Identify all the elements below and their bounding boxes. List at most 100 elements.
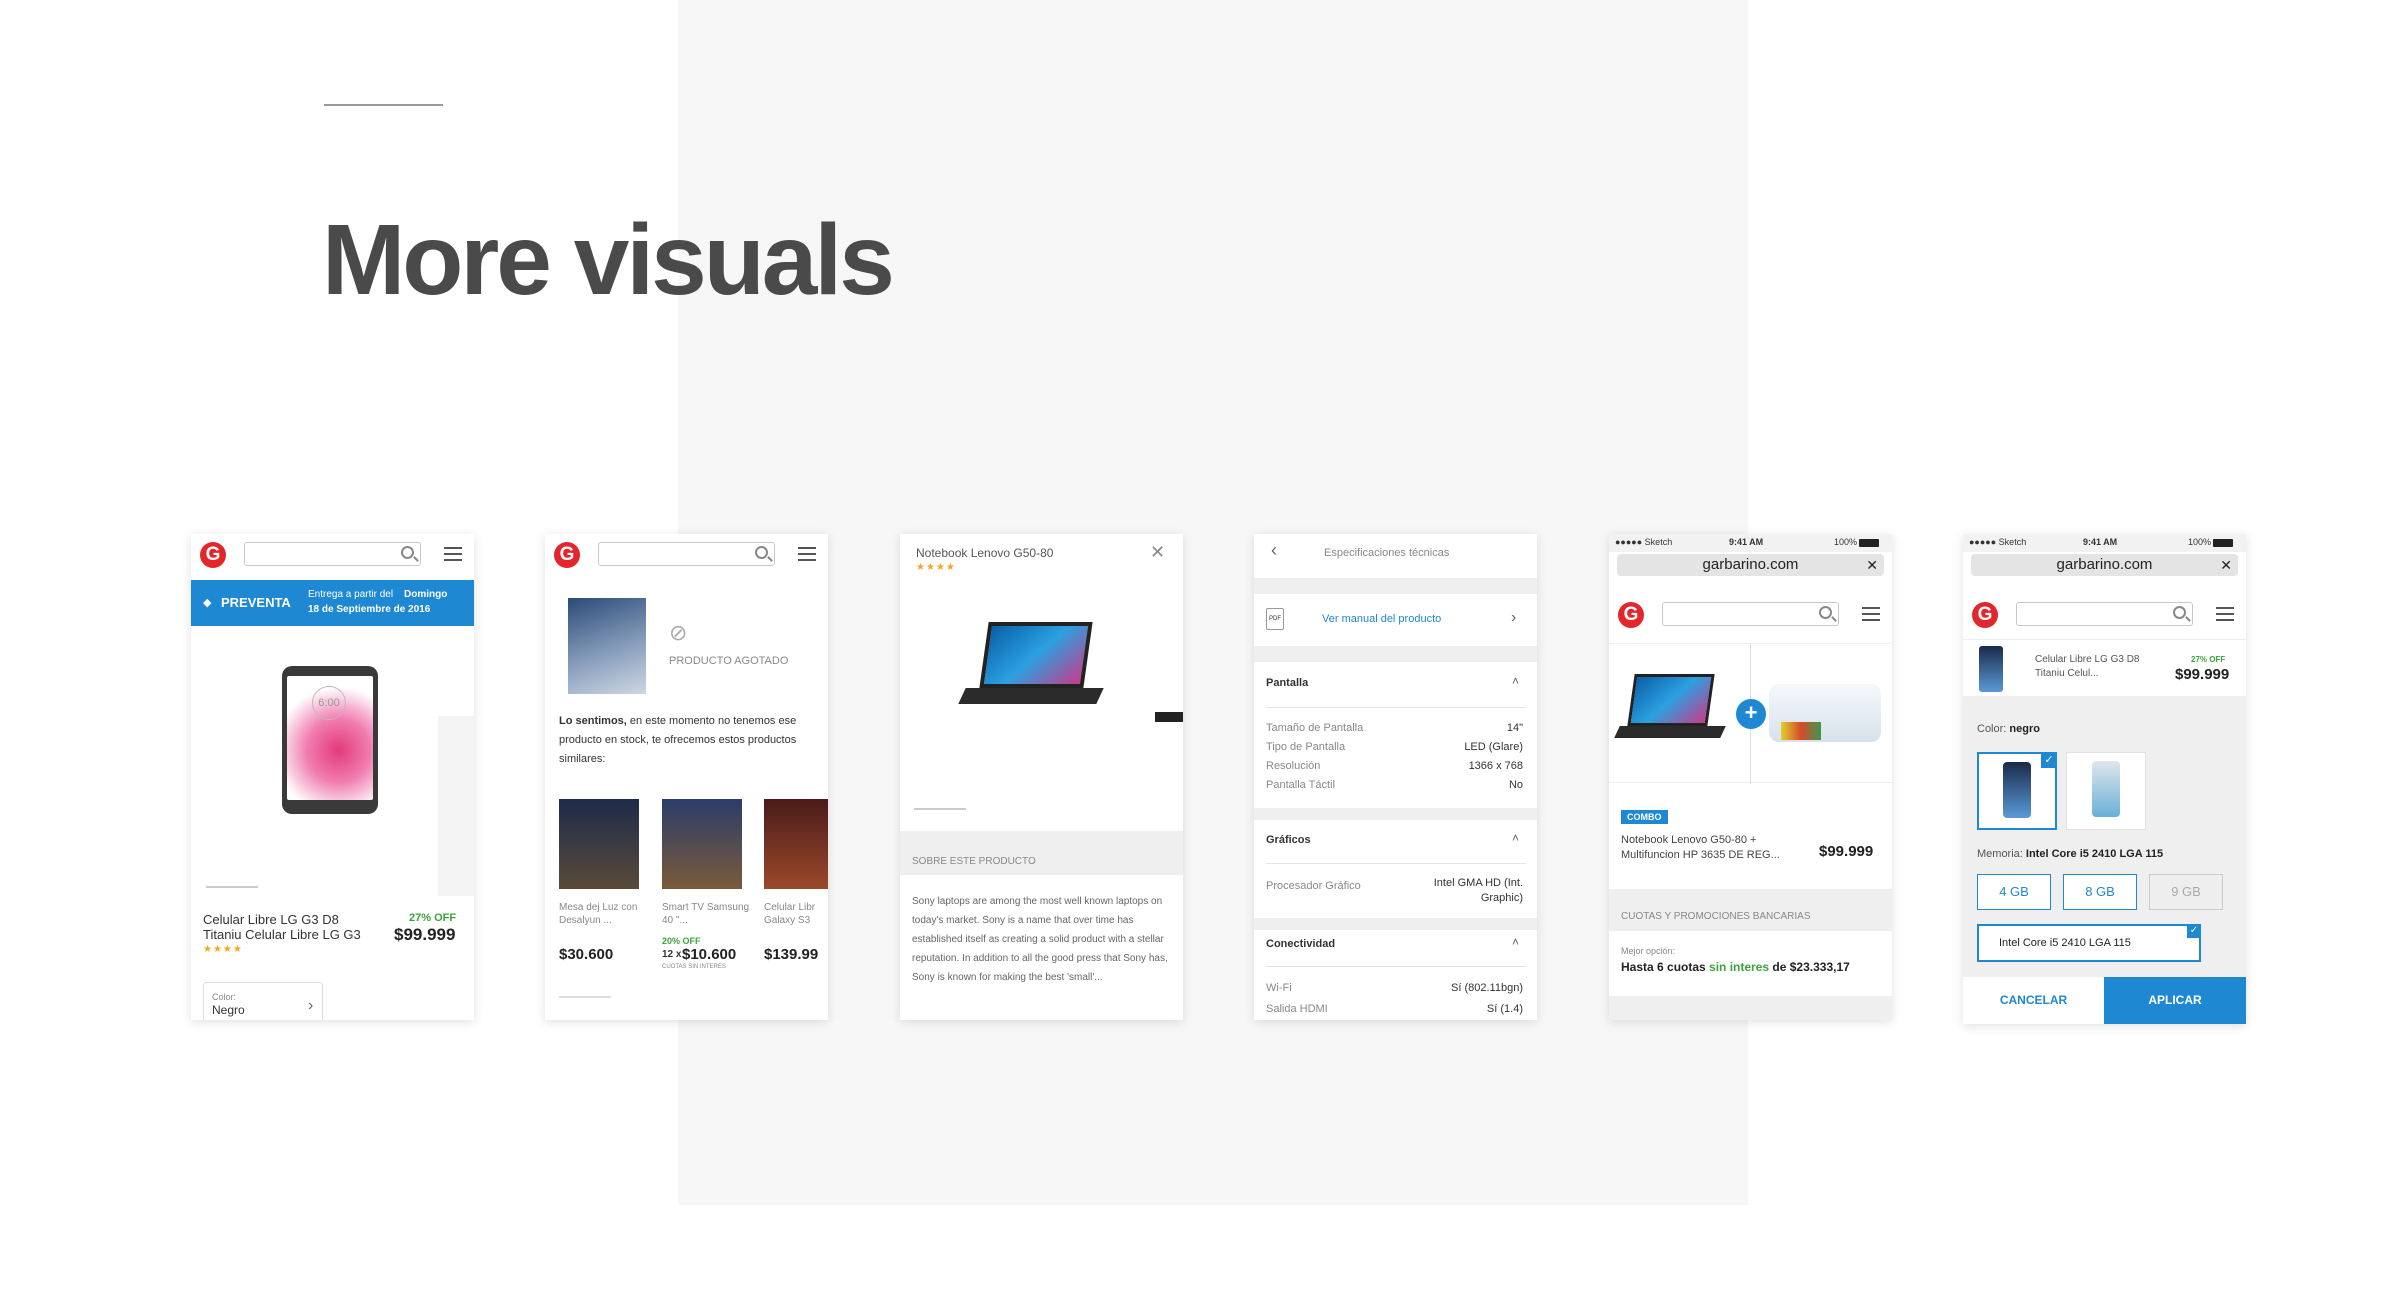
similar-item-name: Smart TV Samsung 40 "... [662, 902, 750, 926]
color-option-black[interactable]: ✓ [1977, 752, 2057, 830]
manual-link-row[interactable]: PDF Ver manual del producto › [1254, 594, 1537, 646]
discount-badge: 27% OFF [2191, 655, 2226, 664]
spec-value: Sí (1.4) [1486, 1003, 1523, 1015]
menu-icon[interactable] [1862, 607, 1880, 621]
screen-variant-picker: ●●●●● Sketch 9:41 AM 100% garbarino.com … [1963, 534, 2246, 1024]
url-bar[interactable]: garbarino.com ✕ [1971, 554, 2238, 576]
memory-option-4gb[interactable]: 4 GB [1977, 874, 2051, 910]
close-icon[interactable]: ✕ [1866, 554, 1878, 576]
banks-label: CUOTAS Y PROMOCIONES BANCARIAS [1621, 911, 1811, 922]
color-label: Color: [1977, 723, 2007, 735]
selected-product-row: Celular Libre LG G3 D8 Titaniu Celul... … [1963, 639, 2246, 697]
search-input[interactable] [1662, 602, 1839, 626]
close-icon[interactable]: ✕ [2220, 554, 2232, 576]
carousel-indicator [559, 996, 611, 998]
installments-free: sin interes [1709, 960, 1770, 974]
battery-level: 100% [2188, 537, 2212, 547]
similar-item-price: $30.600 [559, 946, 614, 963]
status-bar: ●●●●● Sketch 9:41 AM 100% [1609, 534, 1892, 552]
installments-offer: Hasta 6 cuotas sin interes de $23.333,17 [1621, 960, 1850, 974]
menu-icon[interactable] [444, 547, 462, 561]
delivery-day: Domingo [404, 589, 448, 600]
page-title: More visuals [322, 204, 895, 316]
carousel-indicator [914, 808, 966, 810]
check-icon: ✓ [2187, 924, 2201, 938]
check-icon: ✓ [2041, 752, 2057, 768]
garbarino-logo[interactable]: G [200, 542, 226, 568]
preorder-banner: ◆ PREVENTA Entrega a partir del Domingo … [191, 580, 474, 626]
manual-link[interactable]: Ver manual del producto [1322, 613, 1441, 625]
spec-value: 14" [1506, 722, 1523, 734]
spec-value: Sí (802.11bgn) [1451, 982, 1523, 994]
carousel-indicator [206, 886, 258, 888]
banks-section-header: CUOTAS Y PROMOCIONES BANCARIAS [1609, 889, 1892, 931]
menu-icon[interactable] [2216, 607, 2234, 621]
spec-section-title[interactable]: Conectividad [1266, 938, 1335, 950]
pdf-icon: PDF [1266, 608, 1284, 630]
chevron-up-icon[interactable]: ˄ [1512, 674, 1519, 688]
garbarino-logo[interactable]: G [1618, 602, 1644, 628]
back-icon[interactable]: ‹ [1271, 540, 1277, 561]
url-bar[interactable]: garbarino.com ✕ [1617, 554, 1884, 576]
product-price: $99.999 [2175, 666, 2230, 683]
search-input[interactable] [2016, 602, 2193, 626]
sorry-bold: Lo sentimos, [559, 715, 627, 727]
installments-note: CUOTAS SIN INTERES [662, 964, 726, 970]
combo-line-1: Notebook Lenovo G50-80 + [1621, 834, 1757, 846]
chevron-up-icon[interactable]: ˄ [1512, 831, 1519, 845]
product-thumbnail [1979, 646, 2003, 692]
installments-prefix: Hasta 6 cuotas [1621, 960, 1706, 974]
delivery-text: Entrega a partir del [308, 589, 394, 600]
screen-combo: ●●●●● Sketch 9:41 AM 100% garbarino.com … [1609, 534, 1892, 1020]
spec-label: Salida HDMI [1266, 1003, 1328, 1015]
chevron-right-icon: › [308, 997, 314, 1014]
spec-section-title[interactable]: Pantalla [1266, 677, 1308, 689]
modal-product-title: Notebook Lenovo G50-80 [916, 546, 1054, 560]
close-icon[interactable]: ✕ [1150, 542, 1165, 563]
variant-panel [1963, 697, 2246, 1024]
carrier-signal: ●●●●● Sketch [1969, 537, 2027, 547]
status-time: 9:41 AM [1729, 537, 1764, 547]
screen-product-modal: Notebook Lenovo G50-80 ★★★★ ✕ SOBRE ESTE… [900, 534, 1183, 1020]
installments-count: 12 x [662, 949, 682, 960]
spec-label: Resolución [1266, 760, 1321, 772]
search-input[interactable] [244, 542, 421, 566]
chevron-right-icon: › [1511, 609, 1517, 626]
cancel-button[interactable]: CANCELAR [1963, 977, 2104, 1024]
similar-item-price: $10.600 [682, 946, 737, 963]
spec-label: Tipo de Pantalla [1266, 741, 1346, 753]
menu-icon[interactable] [798, 547, 816, 561]
rating-stars: ★★★★ [916, 562, 956, 573]
garbarino-logo[interactable]: G [1972, 602, 1998, 628]
garbarino-logo[interactable]: G [554, 542, 580, 568]
rating-stars: ★★★★ [203, 944, 243, 955]
color-option-white[interactable] [2066, 752, 2146, 830]
background-panel [678, 0, 1748, 1205]
search-input[interactable] [598, 542, 775, 566]
similar-item-image[interactable] [764, 799, 828, 889]
color-selector[interactable]: Color: Negro › [203, 982, 323, 1020]
clock-display: 6:00 [312, 686, 346, 720]
combo-badge: COMBO [1621, 810, 1668, 824]
spec-label: Wi-Fi [1266, 982, 1292, 994]
processor-select-value: Intel Core i5 2410 LGA 115 [1999, 937, 2131, 949]
preorder-label: PREVENTA [221, 595, 291, 610]
similar-item-discount: 20% OFF [662, 936, 701, 946]
color-value: negro [2009, 723, 2040, 735]
spec-value: No [1508, 779, 1523, 791]
similar-item-price: $139.99 [764, 946, 819, 963]
memory-selection: Memoria: Intel Core i5 2410 LGA 115 [1977, 848, 2163, 860]
chevron-up-icon[interactable]: ˄ [1512, 935, 1519, 949]
screen-specifications: ‹ Especificaciones técnicas PDF Ver manu… [1254, 534, 1537, 1020]
product-name-line-1: Celular Libre LG G3 D8 [2035, 654, 2140, 665]
processor-select[interactable]: Intel Core i5 2410 LGA 115 ✓ [1977, 924, 2201, 962]
memory-option-8gb[interactable]: 8 GB [2063, 874, 2137, 910]
next-image-peek [438, 716, 474, 896]
battery-level: 100% [1834, 537, 1858, 547]
spec-section-title[interactable]: Gráficos [1266, 834, 1311, 846]
similar-item-image[interactable] [662, 799, 742, 889]
similar-item-image[interactable] [559, 799, 639, 889]
apply-button[interactable]: APLICAR [2104, 977, 2246, 1024]
installments-suffix: de $23.333,17 [1772, 960, 1850, 974]
spec-header-title: Especificaciones técnicas [1324, 547, 1450, 559]
